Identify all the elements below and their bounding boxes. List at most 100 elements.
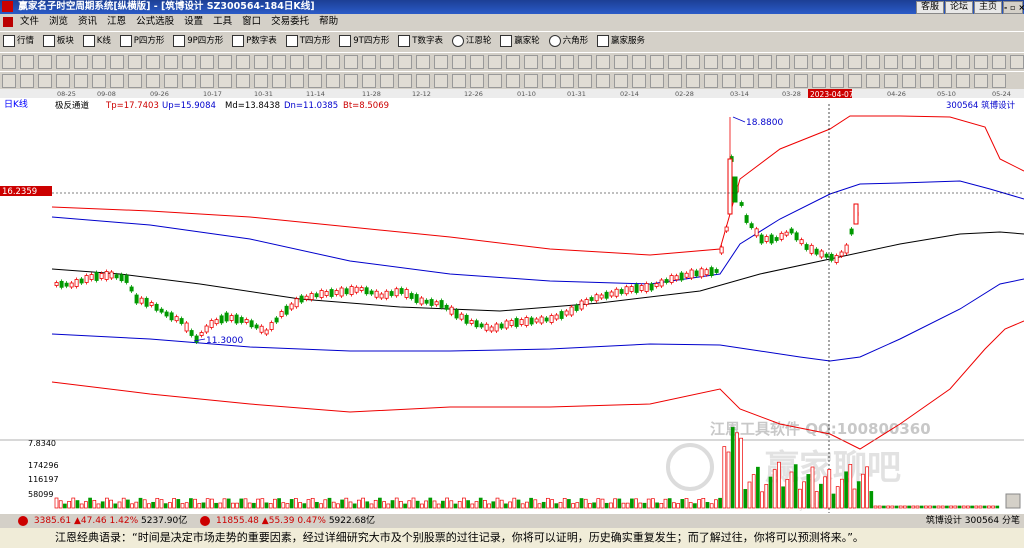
drawing-tool-icon[interactable] xyxy=(560,55,574,69)
analysis-tool-icon[interactable] xyxy=(812,74,826,88)
menu-help[interactable]: 帮助 xyxy=(314,16,343,27)
drawing-tool-icon[interactable] xyxy=(290,55,304,69)
toolbar-hexagon-button[interactable]: 六角形 xyxy=(548,33,588,49)
drawing-tool-icon[interactable] xyxy=(866,55,880,69)
analysis-tool-icon[interactable] xyxy=(164,74,178,88)
analysis-tool-icon[interactable] xyxy=(182,74,196,88)
drawing-tool-icon[interactable] xyxy=(830,55,844,69)
drawing-tool-icon[interactable] xyxy=(398,55,412,69)
analysis-tool-icon[interactable] xyxy=(326,74,340,88)
analysis-tool-icon[interactable] xyxy=(560,74,574,88)
drawing-tool-icon[interactable] xyxy=(470,55,484,69)
analysis-tool-icon[interactable] xyxy=(128,74,142,88)
drawing-tool-icon[interactable] xyxy=(524,55,538,69)
analysis-tool-icon[interactable] xyxy=(848,74,862,88)
drawing-tool-icon[interactable] xyxy=(668,55,682,69)
kline-chart[interactable]: 08-25 09-08 09-26 10-17 10-31 11-14 11-28 12-12… xyxy=(0,89,1024,513)
analysis-tool-icon[interactable] xyxy=(596,74,610,88)
drawing-tool-icon[interactable] xyxy=(182,55,196,69)
analysis-tool-icon[interactable] xyxy=(722,74,736,88)
analysis-tool-icon[interactable] xyxy=(200,74,214,88)
analysis-tool-icon[interactable] xyxy=(884,74,898,88)
drawing-tool-icon[interactable] xyxy=(74,55,88,69)
menu-formula[interactable]: 公式选股 xyxy=(131,16,179,27)
analysis-tool-icon[interactable] xyxy=(632,74,646,88)
analysis-tool-icon[interactable] xyxy=(146,74,160,88)
analysis-tool-icon[interactable] xyxy=(254,74,268,88)
drawing-tool-icon[interactable] xyxy=(20,55,34,69)
analysis-tool-icon[interactable] xyxy=(470,74,484,88)
drawing-tool-icon[interactable] xyxy=(740,55,754,69)
analysis-tool-icon[interactable] xyxy=(902,74,916,88)
drawing-tool-icon[interactable] xyxy=(614,55,628,69)
menu-trade[interactable]: 交易委托 xyxy=(266,16,314,27)
analysis-tool-icon[interactable] xyxy=(938,74,952,88)
drawing-tool-icon[interactable] xyxy=(326,55,340,69)
drawing-tool-icon[interactable] xyxy=(848,55,862,69)
toolbar-gann-wheel-button[interactable]: 江恩轮 xyxy=(451,33,491,49)
drawing-tool-icon[interactable] xyxy=(38,55,52,69)
analysis-tool-icon[interactable] xyxy=(92,74,106,88)
analysis-tool-icon[interactable] xyxy=(398,74,412,88)
analysis-tool-icon[interactable] xyxy=(218,74,232,88)
drawing-tool-icon[interactable] xyxy=(704,55,718,69)
analysis-tool-icon[interactable] xyxy=(236,74,250,88)
drawing-tool-icon[interactable] xyxy=(650,55,664,69)
toolbar-quote-button[interactable]: 行情 xyxy=(3,33,34,49)
drawing-tool-icon[interactable] xyxy=(254,55,268,69)
service-button[interactable]: 客服 xyxy=(915,1,944,14)
drawing-tool-icon[interactable] xyxy=(884,55,898,69)
toolbar-winner-wheel-button[interactable]: 赢家轮 xyxy=(500,33,540,49)
analysis-tool-icon[interactable] xyxy=(488,74,502,88)
drawing-tool-icon[interactable] xyxy=(938,55,952,69)
menu-settings[interactable]: 设置 xyxy=(179,16,208,27)
analysis-tool-icon[interactable] xyxy=(578,74,592,88)
analysis-tool-icon[interactable] xyxy=(866,74,880,88)
toolbar-9t-square-button[interactable]: 9T四方形 xyxy=(339,33,389,49)
drawing-tool-icon[interactable] xyxy=(434,55,448,69)
drawing-tool-icon[interactable] xyxy=(200,55,214,69)
drawing-tool-icon[interactable] xyxy=(146,55,160,69)
analysis-tool-icon[interactable] xyxy=(758,74,772,88)
drawing-tool-icon[interactable] xyxy=(542,55,556,69)
drawing-tool-icon[interactable] xyxy=(1010,55,1024,69)
analysis-tool-icon[interactable] xyxy=(362,74,376,88)
drawing-tool-icon[interactable] xyxy=(128,55,142,69)
menu-file[interactable]: 文件 xyxy=(15,16,44,27)
drawing-tool-icon[interactable] xyxy=(758,55,772,69)
drawing-tool-icon[interactable] xyxy=(722,55,736,69)
menu-gann[interactable]: 江恩 xyxy=(102,16,131,27)
analysis-tool-icon[interactable] xyxy=(344,74,358,88)
drawing-tool-icon[interactable] xyxy=(794,55,808,69)
toolbar-t-table-button[interactable]: T数字表 xyxy=(398,33,443,49)
menu-window[interactable]: 窗口 xyxy=(237,16,266,27)
drawing-tool-icon[interactable] xyxy=(920,55,934,69)
analysis-tool-icon[interactable] xyxy=(956,74,970,88)
drawing-tool-icon[interactable] xyxy=(380,55,394,69)
analysis-tool-icon[interactable] xyxy=(740,74,754,88)
menu-browse[interactable]: 浏览 xyxy=(44,16,73,27)
drawing-tool-icon[interactable] xyxy=(812,55,826,69)
analysis-tool-icon[interactable] xyxy=(614,74,628,88)
drawing-tool-icon[interactable] xyxy=(92,55,106,69)
drawing-tool-icon[interactable] xyxy=(902,55,916,69)
toolbar-9p-square-button[interactable]: 9P四方形 xyxy=(173,33,223,49)
toolbar-kline-button[interactable]: K线 xyxy=(82,33,111,49)
analysis-tool-icon[interactable] xyxy=(974,74,988,88)
drawing-tool-icon[interactable] xyxy=(632,55,646,69)
analysis-tool-icon[interactable] xyxy=(56,74,70,88)
analysis-tool-icon[interactable] xyxy=(434,74,448,88)
drawing-tool-icon[interactable] xyxy=(488,55,502,69)
drawing-tool-icon[interactable] xyxy=(686,55,700,69)
toolbar-p-square-button[interactable]: P四方形 xyxy=(119,33,164,49)
analysis-tool-icon[interactable] xyxy=(686,74,700,88)
drawing-tool-icon[interactable] xyxy=(452,55,466,69)
analysis-tool-icon[interactable] xyxy=(524,74,538,88)
drawing-tool-icon[interactable] xyxy=(992,55,1006,69)
drawing-tool-icon[interactable] xyxy=(236,55,250,69)
analysis-tool-icon[interactable] xyxy=(380,74,394,88)
analysis-tool-icon[interactable] xyxy=(542,74,556,88)
toolbar-p-table-button[interactable]: P数字表 xyxy=(232,33,277,49)
analysis-tool-icon[interactable] xyxy=(74,74,88,88)
analysis-tool-icon[interactable] xyxy=(38,74,52,88)
